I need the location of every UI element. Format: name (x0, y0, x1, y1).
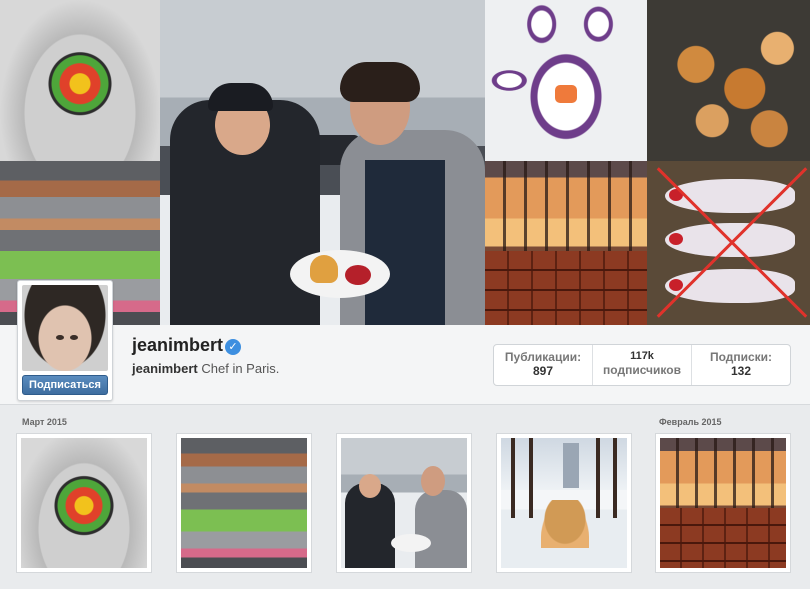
month-label-march: Март 2015 (22, 417, 67, 427)
following-count: 132 (730, 364, 752, 378)
followers-label: подписчиков (603, 363, 681, 377)
cover-photo-pastries[interactable] (647, 0, 810, 161)
photo-thumbnail (181, 438, 307, 568)
photo-thumbnail (21, 438, 147, 568)
check-badge-icon: ✓ (225, 339, 241, 355)
posts-stat[interactable]: Публикации: 897 (494, 345, 593, 385)
photo-thumbnail (501, 438, 627, 568)
avatar-card: Подписаться (17, 280, 113, 401)
cover-photo-fish-crossed[interactable] (647, 161, 810, 325)
subscribe-button[interactable]: Подписаться (22, 375, 108, 395)
photo-grid: Март 2015 Февраль 2015 (0, 405, 810, 589)
profile-stats: Публикации: 897 117k подписчиков Подписк… (493, 344, 791, 386)
cover-collage (0, 0, 810, 325)
grid-photo-pastry-park[interactable] (496, 433, 632, 573)
bio-text: Chef in Paris. (201, 361, 280, 376)
grid-photo-hands-pasta[interactable] (16, 433, 152, 573)
grid-photo-kitchen[interactable] (176, 433, 312, 573)
following-label: Подписки: (709, 350, 773, 364)
posts-count: 897 (532, 364, 554, 378)
profile-username: jeanimbert (132, 335, 224, 355)
following-stat[interactable]: Подписки: 132 (692, 345, 790, 385)
cover-photo-sushi[interactable] (485, 0, 647, 161)
cover-photo-chefs-snow[interactable] (160, 0, 485, 325)
profile-header: Подписаться jeanimbert ✓ jeanimbert Chef… (0, 280, 810, 405)
avatar[interactable] (22, 285, 108, 371)
bio-username: jeanimbert (132, 361, 198, 376)
profile-bio: jeanimbert Chef in Paris. (132, 361, 279, 376)
followers-count: 117k (630, 350, 654, 362)
month-label-february: Февраль 2015 (659, 417, 722, 427)
followers-stat[interactable]: 117k подписчиков (593, 345, 692, 385)
photo-thumbnail (660, 438, 786, 568)
grid-photo-chefs-snow[interactable] (336, 433, 472, 573)
posts-label: Публикации: (504, 350, 582, 364)
cover-photo-hands-pasta[interactable] (0, 0, 160, 161)
grid-photo-sunset-chocolate[interactable] (655, 433, 791, 573)
cover-photo-sunset-chocolate[interactable] (485, 161, 647, 325)
photo-thumbnail (341, 438, 467, 568)
